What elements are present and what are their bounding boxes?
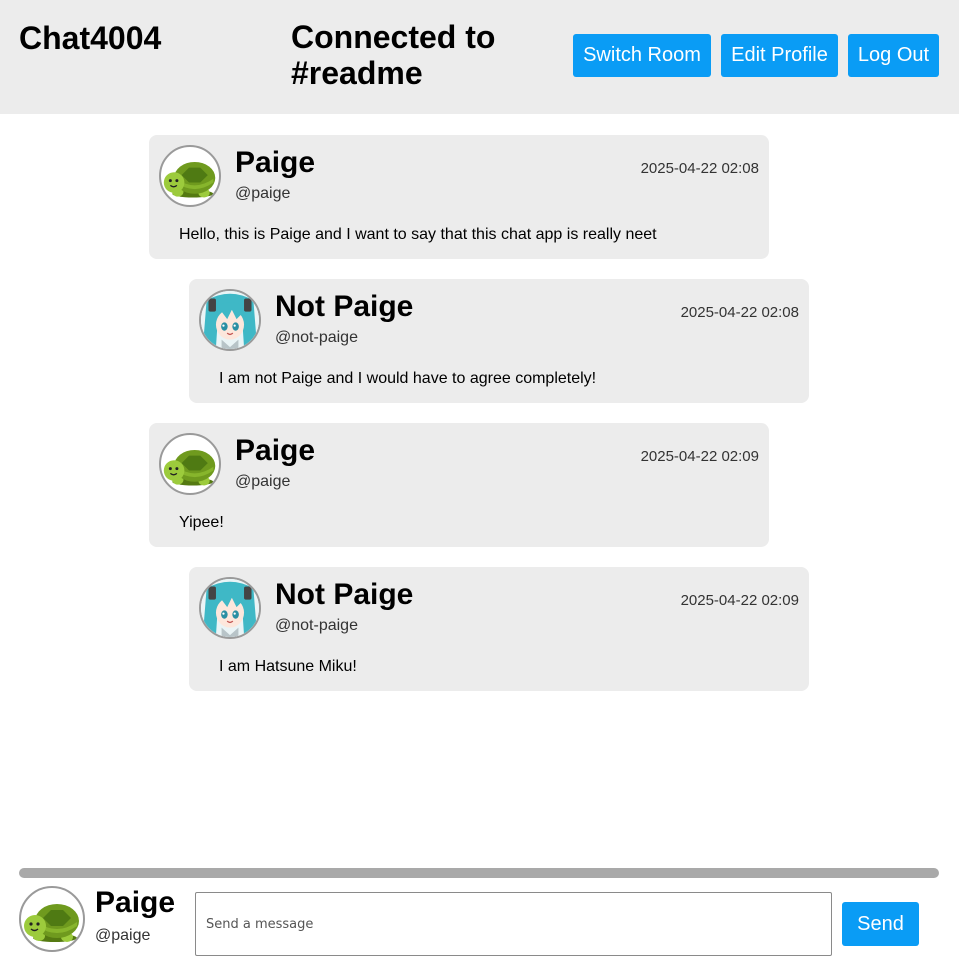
log-out-button[interactable]: Log Out: [848, 34, 939, 77]
message-text: Hello, this is Paige and I want to say t…: [179, 226, 657, 243]
message-timestamp: 2025-04-22 02:08: [640, 160, 759, 177]
room-status-label: Connected to: [291, 19, 496, 55]
message-author-handle: @not-paige: [275, 329, 358, 346]
message-author-handle: @paige: [235, 185, 291, 202]
message-card: Paige @paige 2025-04-22 02:08 Hello, thi…: [149, 135, 769, 259]
room-status: Connected to #readme: [291, 19, 551, 91]
message-author-name: Paige: [235, 146, 316, 179]
app-title: Chat4004: [19, 20, 162, 56]
current-user-name: Paige: [95, 886, 176, 919]
anime-girl-avatar-icon: [199, 577, 261, 639]
message-author-handle: @not-paige: [275, 617, 358, 634]
message-card: Not Paige @not-paige 2025-04-22 02:08 I …: [189, 279, 809, 403]
send-button[interactable]: Send: [842, 902, 919, 946]
app-header: Chat4004 Connected to #readme Switch Roo…: [0, 0, 959, 114]
turtle-avatar-icon: [19, 886, 85, 952]
message-author-name: Paige: [235, 434, 316, 467]
message-author-name: Not Paige: [275, 578, 414, 611]
message-timestamp: 2025-04-22 02:08: [680, 304, 799, 321]
turtle-avatar-icon: [159, 433, 221, 495]
message-text: Yipee!: [179, 514, 224, 531]
turtle-avatar-icon: [159, 145, 221, 207]
composer-divider: [19, 868, 939, 878]
message-card: Paige @paige 2025-04-22 02:09 Yipee!: [149, 423, 769, 547]
anime-girl-avatar-icon: [199, 289, 261, 351]
message-author-name: Not Paige: [275, 290, 414, 323]
current-user-handle: @paige: [95, 927, 151, 944]
message-text: I am Hatsune Miku!: [219, 658, 357, 675]
message-timestamp: 2025-04-22 02:09: [640, 448, 759, 465]
message-author-handle: @paige: [235, 473, 291, 490]
message-card: Not Paige @not-paige 2025-04-22 02:09 I …: [189, 567, 809, 691]
message-input[interactable]: [195, 892, 832, 956]
message-timestamp: 2025-04-22 02:09: [680, 592, 799, 609]
edit-profile-button[interactable]: Edit Profile: [721, 34, 838, 77]
message-text: I am not Paige and I would have to agree…: [219, 370, 597, 387]
switch-room-button[interactable]: Switch Room: [573, 34, 711, 77]
room-name: #readme: [291, 55, 423, 91]
